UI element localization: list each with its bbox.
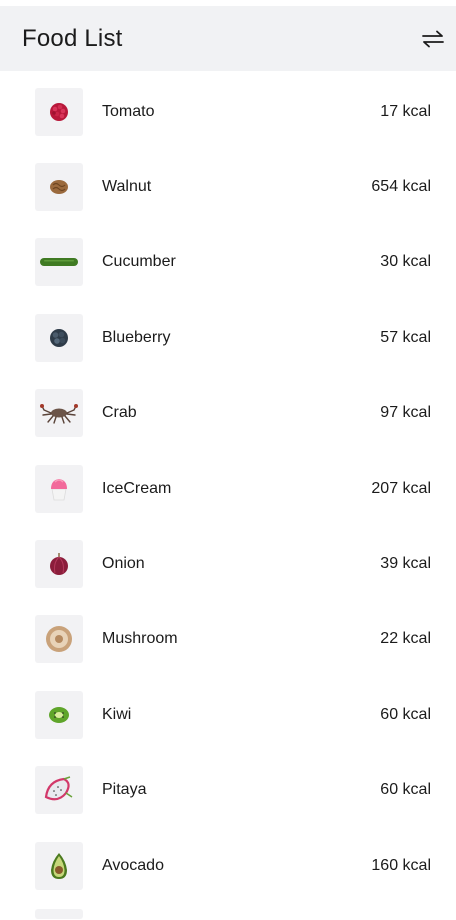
food-name: IceCream: [102, 479, 172, 497]
crab-icon: [35, 389, 83, 438]
food-kcal: 39 kcal: [380, 555, 431, 573]
food-kcal: 17 kcal: [380, 102, 431, 120]
icecream-icon: [35, 464, 83, 513]
avocado-icon: [35, 841, 83, 890]
list-item-partial: [0, 903, 456, 920]
pitaya-icon: [35, 766, 83, 815]
food-kcal: 207 kcal: [371, 479, 431, 497]
food-name: Walnut: [102, 178, 152, 196]
food-kcal: 60 kcal: [380, 705, 431, 723]
food-kcal: 30 kcal: [380, 253, 431, 271]
list-item[interactable]: Pitaya 60 kcal: [0, 753, 456, 828]
thumbnail-partial: [35, 909, 83, 920]
swap-arrows-icon[interactable]: [420, 26, 446, 52]
list-item[interactable]: Tomato 17 kcal: [0, 74, 456, 149]
list-item[interactable]: Avocado 160 kcal: [0, 828, 456, 903]
food-name: Tomato: [102, 102, 155, 120]
food-name: Pitaya: [102, 781, 147, 799]
walnut-icon: [35, 163, 83, 212]
food-kcal: 57 kcal: [380, 328, 431, 346]
app-header: Food List: [0, 6, 456, 71]
onion-icon: [35, 540, 83, 589]
list-item[interactable]: Onion 39 kcal: [0, 526, 456, 601]
list-item[interactable]: Walnut 654 kcal: [0, 149, 456, 224]
food-name: Kiwi: [102, 705, 132, 723]
list-item[interactable]: Kiwi 60 kcal: [0, 677, 456, 752]
page-title: Food List: [22, 24, 123, 52]
food-name: Crab: [102, 404, 137, 422]
food-name: Cucumber: [102, 253, 176, 271]
list-item[interactable]: IceCream 207 kcal: [0, 451, 456, 526]
food-list: Tomato 17 kcal Walnut 654 kcal Cucumber …: [0, 74, 456, 920]
food-name: Blueberry: [102, 328, 171, 346]
kiwi-icon: [35, 690, 83, 739]
list-item[interactable]: Mushroom 22 kcal: [0, 602, 456, 677]
list-item[interactable]: Crab 97 kcal: [0, 376, 456, 451]
list-item[interactable]: Blueberry 57 kcal: [0, 300, 456, 375]
cucumber-icon: [35, 238, 83, 287]
food-kcal: 160 kcal: [371, 856, 431, 874]
food-kcal: 22 kcal: [380, 630, 431, 648]
mushroom-icon: [35, 615, 83, 664]
food-kcal: 60 kcal: [380, 781, 431, 799]
food-kcal: 654 kcal: [371, 178, 431, 196]
food-name: Onion: [102, 555, 145, 573]
food-name: Avocado: [102, 856, 164, 874]
list-item[interactable]: Cucumber 30 kcal: [0, 225, 456, 300]
tomato-icon: [35, 87, 83, 136]
food-name: Mushroom: [102, 630, 178, 648]
food-kcal: 97 kcal: [380, 404, 431, 422]
blueberry-icon: [35, 313, 83, 362]
